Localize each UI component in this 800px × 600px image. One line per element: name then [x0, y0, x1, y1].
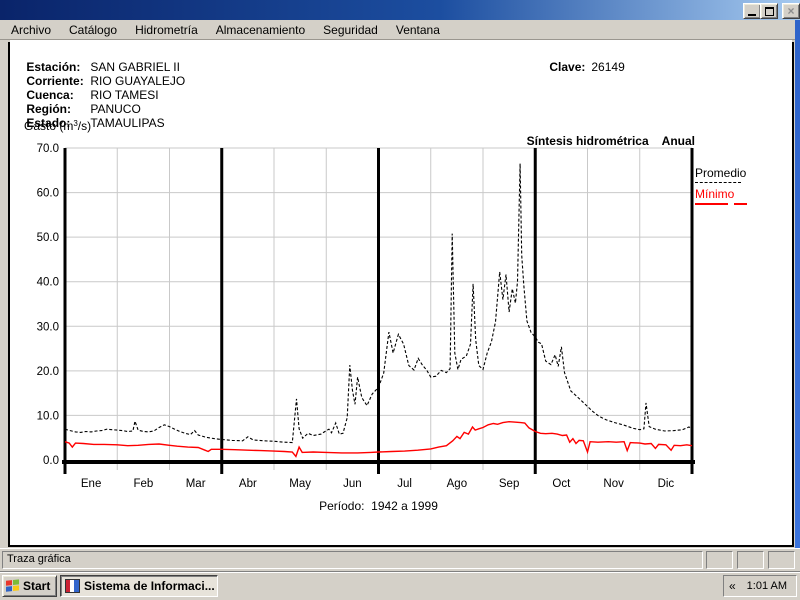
start-label: Start: [23, 579, 51, 593]
taskbar-app-button[interactable]: Sistema de Informaci...: [60, 575, 218, 597]
restore-icon: [764, 6, 774, 16]
clave-field: Clave: 26149: [536, 46, 625, 88]
tray-clock: 1:01 AM: [746, 580, 788, 592]
menu-catalogo[interactable]: Catálogo: [60, 21, 126, 39]
clave-value: 26149: [591, 60, 625, 74]
gasto-prefix: Gasto (m: [24, 119, 74, 133]
close-button[interactable]: ×: [782, 3, 800, 19]
menu-archivo[interactable]: Archivo: [2, 21, 60, 39]
period-label: Período: 1942 a 1999: [319, 499, 438, 513]
minimize-button[interactable]: [743, 3, 761, 19]
title-bar[interactable]: Sistema de Información de Aguas Superfic…: [0, 0, 800, 37]
close-icon: ×: [787, 4, 795, 18]
legend-minimo-line-sample: [695, 203, 747, 205]
application-window: Sistema de Información de Aguas Superfic…: [0, 0, 800, 600]
taskbar-app-label: Sistema de Informaci...: [84, 579, 215, 593]
tray-chevron-button[interactable]: «: [729, 579, 736, 593]
chart-legend: Promedio Mínimo: [695, 166, 747, 205]
menu-hidrometria[interactable]: Hidrometría: [126, 21, 207, 39]
status-text: Traza gráfica: [7, 553, 71, 565]
windows-logo-icon: [6, 579, 20, 592]
app-icon: [65, 579, 80, 593]
chart-title: Síntesis hidrométrica Anual: [513, 120, 695, 162]
system-tray: « 1:01 AM: [723, 575, 797, 597]
legend-promedio-label: Promedio: [695, 166, 747, 180]
status-cell: [768, 551, 795, 569]
window-border-right: [795, 20, 800, 570]
menu-seguridad[interactable]: Seguridad: [314, 21, 387, 39]
chart-frame-right: [792, 42, 794, 547]
status-cell: [737, 551, 764, 569]
legend-minimo-label: Mínimo: [695, 187, 735, 201]
synthesis-label: Síntesis hidrométrica: [526, 134, 649, 148]
start-button[interactable]: Start: [2, 575, 57, 597]
menu-ventana[interactable]: Ventana: [387, 21, 449, 39]
menu-bar: Archivo Catálogo Hidrometría Almacenamie…: [0, 20, 800, 40]
gasto-suffix: /s): [77, 119, 92, 133]
menu-almacenamiento[interactable]: Almacenamiento: [207, 21, 314, 39]
status-cell: [706, 551, 733, 569]
y-axis-title: Gasto (m3/s): [24, 119, 91, 133]
legend-promedio-line-sample: [695, 182, 741, 183]
station-value: TAMAULIPAS: [90, 116, 165, 130]
minimize-icon: [748, 13, 756, 16]
chart-frame-left: [8, 42, 10, 547]
period-type-label: Anual: [661, 134, 695, 148]
restore-button[interactable]: [760, 3, 778, 19]
status-message-panel: Traza gráfica: [2, 551, 703, 569]
clave-label: Clave:: [549, 60, 586, 74]
chart-frame-bottom: [8, 545, 794, 547]
